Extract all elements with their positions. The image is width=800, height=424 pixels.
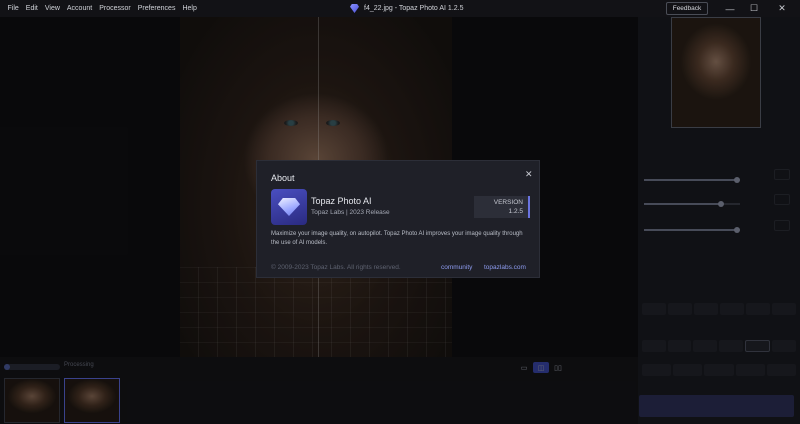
menu-bar: File Edit View Account Processor Prefere… [4,5,200,12]
input-option[interactable] [694,303,718,315]
slider-1-knob[interactable] [734,177,741,183]
input-option[interactable] [668,303,692,315]
navigator-thumbnail[interactable] [671,17,761,128]
slider-1-value[interactable] [774,169,790,180]
about-dialog: About ✕ Topaz Photo AI Topaz Labs | 2023… [256,160,540,278]
photo-pattern [180,267,452,357]
split-view-icon[interactable]: ◫ [533,362,549,373]
input-option[interactable] [772,303,796,315]
output-scale-row [642,340,797,352]
gem-icon [278,198,300,216]
eye-left [284,120,298,126]
slider-1-fill [644,179,738,181]
save-image-button[interactable] [639,395,794,417]
slider-3-fill [644,229,738,231]
processing-progress [4,364,60,370]
about-title: About [271,173,295,183]
slider-2-knob[interactable] [717,201,724,207]
input-option[interactable] [720,303,744,315]
progress-fill [4,364,10,370]
menu-help[interactable]: Help [179,5,200,12]
app-name: Topaz Photo AI [311,196,372,206]
dimension-field[interactable] [766,364,797,376]
maximize-icon[interactable]: ☐ [742,0,766,17]
slider-2[interactable] [644,201,740,207]
minimize-icon[interactable]: — [718,0,742,17]
right-panel [638,17,800,424]
slider-3[interactable] [644,227,741,233]
input-option[interactable] [642,303,666,315]
slider-2-fill [644,203,721,205]
menu-processor[interactable]: Processor [96,5,135,12]
scale-option[interactable] [642,340,666,352]
input-size-row [642,303,796,315]
filmstrip-thumb-selected[interactable] [64,378,120,423]
single-view-icon[interactable]: ▭ [516,362,532,373]
filmstrip-thumb[interactable] [4,378,60,423]
scale-option[interactable] [719,340,743,352]
eye-right [326,120,340,126]
dimension-field[interactable] [735,364,765,376]
dimension-field[interactable] [673,364,703,376]
window-title: f4_22.jpg - Topaz Photo AI 1.2.5 [350,0,464,17]
close-icon[interactable]: ✕ [525,169,533,180]
scale-option[interactable] [667,340,692,352]
slider-3-knob[interactable] [734,227,741,233]
side-by-side-icon[interactable]: ▯▯ [550,362,566,373]
app-logo-icon [350,4,359,13]
community-link[interactable]: community [441,264,472,271]
copyright-text: © 2009-2023 Topaz Labs. All rights reser… [271,264,401,271]
menu-preferences[interactable]: Preferences [134,5,179,12]
bottom-bar: Processing ▭ ◫ ▯▯ [0,357,638,424]
app-subtitle: Topaz Labs | 2023 Release [311,209,390,216]
input-option[interactable] [746,303,770,315]
app-icon [271,189,307,225]
version-label: VERSION [493,199,523,206]
scale-option[interactable] [693,340,718,352]
feedback-button[interactable]: Feedback [666,2,708,15]
menu-file[interactable]: File [4,5,22,12]
menu-account[interactable]: Account [63,5,95,12]
progress-label: Processing [64,362,94,368]
dimension-field[interactable] [642,364,672,376]
about-description: Maximize your image quality, on autopilo… [271,231,523,246]
title-bar: File Edit View Account Processor Prefere… [0,0,800,17]
slider-2-value[interactable] [774,194,790,205]
slider-3-value[interactable] [774,220,790,231]
menu-edit[interactable]: Edit [22,5,41,12]
output-dimensions-row [642,364,797,376]
version-number: 1.2.5 [508,207,523,215]
version-box: VERSION 1.2.5 [474,196,530,218]
slider-1[interactable] [644,177,741,183]
website-link[interactable]: topazlabs.com [484,264,526,271]
dimension-field[interactable] [704,364,734,376]
menu-view[interactable]: View [41,5,63,12]
close-window-icon[interactable]: ✕ [770,0,794,17]
window-title-text: f4_22.jpg - Topaz Photo AI 1.2.5 [364,5,464,12]
scale-option-selected[interactable] [744,340,771,352]
scale-option[interactable] [772,340,797,352]
